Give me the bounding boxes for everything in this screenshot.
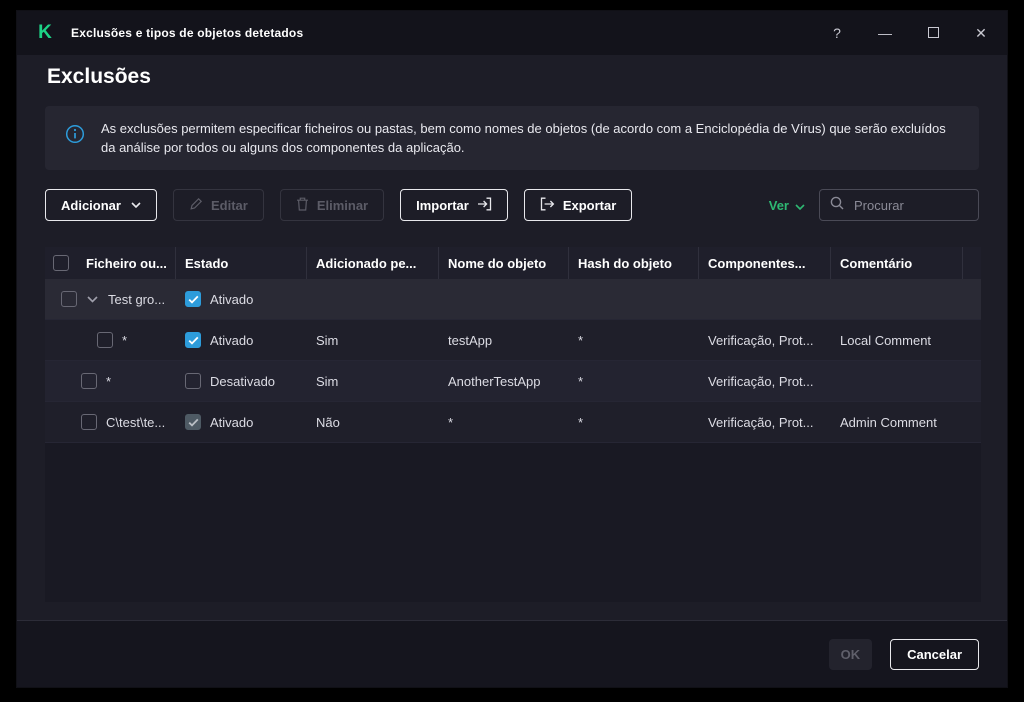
column-header-hash[interactable]: Hash do objeto [569, 247, 699, 279]
toolbar: Adicionar Editar Eliminar Importar Expor… [45, 189, 979, 221]
comment-cell: Admin Comment [840, 414, 937, 430]
titlebar: K Exclusões e tipos de objetos detetados… [17, 11, 1007, 55]
object-name-cell: testApp [448, 332, 493, 348]
import-button-label: Importar [416, 197, 469, 213]
row-checkbox[interactable] [81, 373, 97, 389]
object-name-cell: AnotherTestApp [448, 373, 541, 389]
search-input[interactable] [852, 196, 968, 214]
import-button[interactable]: Importar [400, 189, 508, 221]
info-text: As exclusões permitem especificar fichei… [101, 121, 946, 155]
view-dropdown-label: Ver [768, 197, 789, 213]
hash-cell: * [578, 332, 584, 348]
object-name-cell: * [448, 414, 454, 430]
column-header-adicionado[interactable]: Adicionado pe... [307, 247, 439, 279]
select-all-cell [45, 247, 77, 279]
status-label: Ativado [210, 414, 254, 430]
group-name: Test gro... [108, 291, 166, 307]
select-all-checkbox[interactable] [53, 255, 69, 271]
column-header-nome[interactable]: Nome do objeto [439, 247, 569, 279]
search-box[interactable] [819, 189, 979, 221]
added-cell: Sim [316, 373, 339, 389]
table-row[interactable]: C\test\te... Ativado Não * * Verificação… [45, 402, 981, 443]
ok-button[interactable]: OK [828, 638, 873, 670]
pencil-icon [189, 197, 203, 214]
file-cell: C\test\te... [106, 414, 166, 430]
chevron-down-icon [795, 198, 805, 213]
info-icon [65, 124, 85, 149]
edit-button-label: Editar [210, 197, 248, 213]
row-checkbox[interactable] [97, 332, 113, 348]
cancel-button[interactable]: Cancelar [890, 638, 979, 670]
status-checkbox[interactable] [185, 414, 201, 430]
kaspersky-logo-icon: K [38, 22, 52, 43]
export-icon [540, 197, 555, 214]
comment-cell: Local Comment [840, 332, 932, 348]
column-header-file[interactable]: Ficheiro ou... [77, 247, 176, 279]
column-header-componentes[interactable]: Componentes... [699, 247, 831, 279]
table-row[interactable]: * Ativado Sim testApp * Verificação, Pro… [45, 320, 981, 361]
status-checkbox[interactable] [185, 291, 201, 307]
page-title: Exclusões [47, 65, 151, 88]
maximize-button[interactable] [923, 25, 943, 41]
status-label: Ativado [210, 291, 254, 307]
column-header-spacer [963, 247, 981, 279]
column-header-estado[interactable]: Estado [176, 247, 307, 279]
close-button[interactable]: ✕ [971, 25, 991, 42]
minimize-button[interactable]: — [875, 25, 895, 41]
chevron-down-icon [131, 202, 141, 208]
search-icon [830, 196, 844, 215]
row-checkbox[interactable] [81, 414, 97, 430]
trash-icon [296, 197, 309, 214]
delete-button[interactable]: Eliminar [279, 189, 385, 221]
help-button[interactable]: ? [827, 25, 847, 41]
added-cell: Não [316, 414, 340, 430]
export-button-label: Exportar [562, 197, 617, 213]
info-banner: As exclusões permitem especificar fichei… [45, 106, 979, 170]
exclusions-table: Ficheiro ou... Estado Adicionado pe... N… [45, 247, 981, 602]
file-cell: * [106, 373, 112, 389]
status-checkbox[interactable] [185, 332, 201, 348]
file-cell: * [122, 332, 128, 348]
window-title: Exclusões e tipos de objetos detetados [71, 26, 304, 40]
dialog-footer: OK Cancelar [17, 620, 1007, 687]
added-cell: Sim [316, 332, 339, 348]
add-button-label: Adicionar [61, 197, 121, 213]
app-window: K Exclusões e tipos de objetos detetados… [16, 10, 1008, 688]
view-dropdown[interactable]: Ver [769, 198, 805, 213]
status-label: Ativado [210, 332, 254, 348]
components-cell: Verificação, Prot... [708, 373, 814, 389]
column-header-comentario[interactable]: Comentário [831, 247, 963, 279]
delete-button-label: Eliminar [316, 197, 369, 213]
import-icon [477, 197, 492, 214]
export-button[interactable]: Exportar [523, 189, 633, 221]
status-checkbox[interactable] [185, 373, 201, 389]
hash-cell: * [578, 414, 584, 430]
hash-cell: * [578, 373, 584, 389]
add-button[interactable]: Adicionar [45, 189, 157, 221]
chevron-down-icon[interactable] [87, 295, 98, 303]
row-checkbox[interactable] [61, 291, 77, 307]
edit-button[interactable]: Editar [172, 189, 264, 221]
table-row[interactable]: * Desativado Sim AnotherTestApp * Verifi… [45, 361, 981, 402]
table-header: Ficheiro ou... Estado Adicionado pe... N… [45, 247, 981, 279]
components-cell: Verificação, Prot... [708, 414, 814, 430]
status-label: Desativado [210, 373, 276, 389]
components-cell: Verificação, Prot... [708, 332, 814, 348]
maximize-icon [927, 27, 939, 38]
table-row-group[interactable]: Test gro... Ativado [45, 279, 981, 320]
